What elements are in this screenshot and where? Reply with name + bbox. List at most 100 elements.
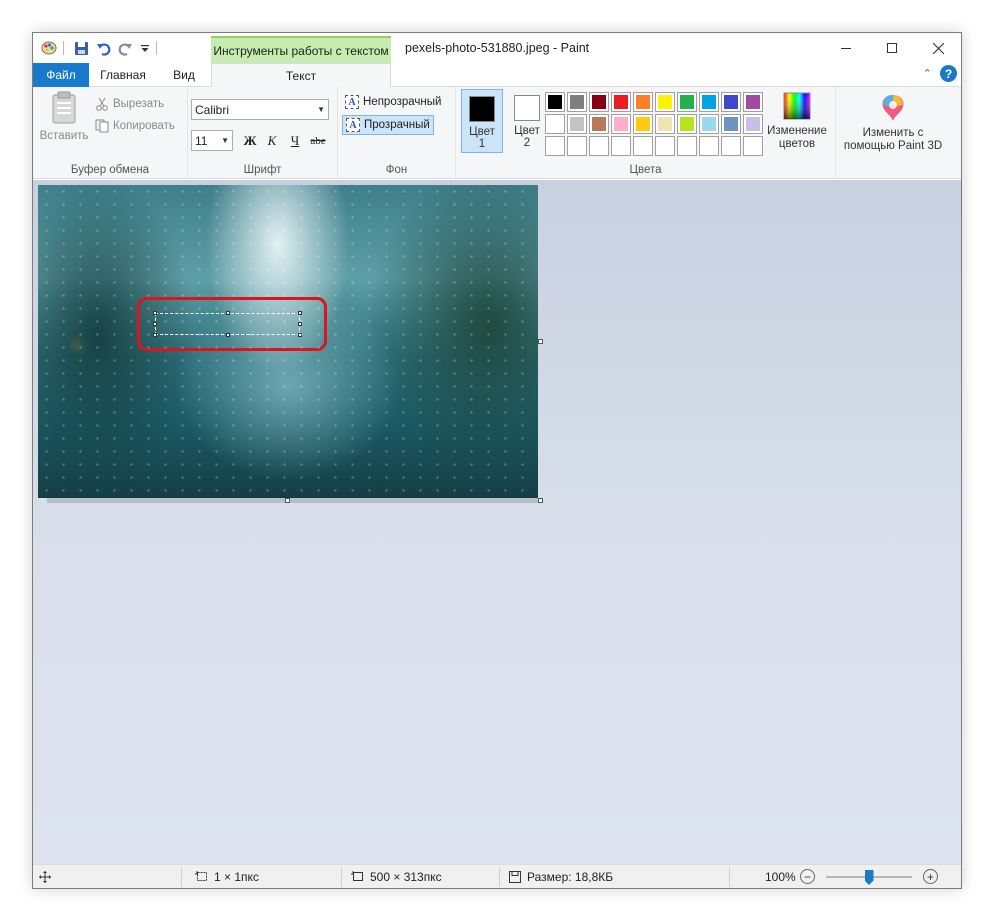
text-box[interactable]: [153, 311, 302, 337]
zoom-slider-thumb[interactable]: [864, 870, 874, 885]
palette-color-swatch[interactable]: [721, 92, 741, 112]
palette-color-swatch[interactable]: [655, 114, 675, 134]
canvas-resize-handle-corner[interactable]: [538, 498, 543, 503]
palette-color-swatch[interactable]: [633, 114, 653, 134]
tab-view[interactable]: Вид: [157, 63, 211, 87]
palette-color-swatch[interactable]: [655, 136, 675, 156]
copy-button[interactable]: Копировать: [95, 117, 175, 135]
color1-button[interactable]: Цвет 1: [461, 89, 503, 153]
palette-color-swatch[interactable]: [633, 92, 653, 112]
palette-color-fill: [592, 95, 606, 109]
resize-handle[interactable]: [298, 333, 302, 337]
palette-color-swatch[interactable]: [699, 136, 719, 156]
selection-size: 1 × 1пкс: [195, 865, 259, 888]
separator: [63, 41, 64, 55]
font-size-select[interactable]: 11 ▼: [191, 130, 233, 151]
edit-colors-button[interactable]: Изменение цветов: [762, 91, 832, 151]
resize-handle[interactable]: [226, 311, 230, 315]
palette-color-swatch[interactable]: [589, 92, 609, 112]
collapse-ribbon-icon[interactable]: ⌃: [923, 67, 932, 80]
maximize-button[interactable]: [869, 33, 915, 63]
resize-handle[interactable]: [153, 311, 157, 315]
palette-color-swatch[interactable]: [611, 114, 631, 134]
palette-color-swatch[interactable]: [743, 136, 763, 156]
font-family-select[interactable]: Calibri ▼: [191, 99, 329, 120]
bold-button[interactable]: Ж: [240, 131, 260, 151]
resize-handle[interactable]: [298, 311, 302, 315]
paste-button[interactable]: Вставить: [39, 91, 89, 151]
paint-app-icon[interactable]: [41, 40, 57, 56]
help-icon[interactable]: ?: [940, 65, 957, 82]
palette-color-swatch[interactable]: [545, 92, 565, 112]
font-family-value: Calibri: [195, 102, 230, 117]
palette-color-fill: [570, 139, 584, 153]
palette-color-swatch[interactable]: [589, 114, 609, 134]
save-icon[interactable]: [73, 40, 89, 56]
palette-color-swatch[interactable]: [611, 92, 631, 112]
transparent-option[interactable]: A Прозрачный: [342, 115, 434, 135]
palette-color-swatch[interactable]: [677, 136, 697, 156]
palette-color-fill: [702, 95, 716, 109]
resize-handle[interactable]: [226, 333, 230, 337]
ribbon-tabs: Файл Главная Вид Текст ⌃ ?: [33, 63, 961, 88]
minimize-button[interactable]: [823, 33, 869, 63]
palette-color-swatch[interactable]: [743, 114, 763, 134]
underline-button[interactable]: Ч: [285, 131, 305, 151]
edit-with-paint3d-button[interactable]: Изменить с помощью Paint 3D: [838, 93, 948, 153]
window-title: pexels-photo-531880.jpeg - Paint: [405, 41, 590, 55]
resize-handle[interactable]: [153, 322, 157, 326]
palette-color-swatch[interactable]: [699, 114, 719, 134]
cut-label: Вырезать: [113, 98, 165, 110]
palette-color-swatch[interactable]: [721, 114, 741, 134]
palette-color-fill: [746, 139, 760, 153]
color-palette: [545, 92, 763, 156]
file-size: Размер: 18,8КБ: [509, 865, 613, 888]
separator: [181, 867, 182, 887]
palette-color-fill: [636, 95, 650, 109]
palette-color-swatch[interactable]: [677, 114, 697, 134]
palette-color-swatch[interactable]: [567, 92, 587, 112]
palette-color-swatch[interactable]: [567, 136, 587, 156]
palette-color-swatch[interactable]: [567, 114, 587, 134]
color2-button[interactable]: Цвет 2: [506, 89, 548, 153]
palette-color-fill: [746, 117, 760, 131]
palette-color-swatch[interactable]: [545, 114, 565, 134]
undo-icon[interactable]: [95, 40, 111, 56]
zoom-in-button[interactable]: +: [923, 869, 938, 884]
resize-handle[interactable]: [153, 333, 157, 337]
palette-color-fill: [614, 95, 628, 109]
paint3d-icon: [882, 95, 904, 121]
palette-color-swatch[interactable]: [633, 136, 653, 156]
palette-color-fill: [570, 117, 584, 131]
font-group: Calibri ▼ 11 ▼ Ж К Ч abe Шрифт: [188, 87, 338, 179]
palette-color-swatch[interactable]: [721, 136, 741, 156]
image-size: 500 × 313пкс: [351, 865, 442, 888]
tab-file[interactable]: Файл: [33, 63, 89, 87]
strikethrough-button[interactable]: abe: [308, 131, 328, 151]
customize-toolbar-icon[interactable]: [137, 40, 153, 56]
tab-text[interactable]: Текст: [211, 63, 391, 88]
cut-button[interactable]: Вырезать: [95, 95, 164, 113]
opaque-option[interactable]: A Непрозрачный: [342, 92, 444, 112]
tab-home[interactable]: Главная: [89, 63, 157, 87]
palette-color-swatch[interactable]: [743, 92, 763, 112]
canvas-workspace[interactable]: [33, 180, 961, 864]
zoom-level: 100%: [765, 870, 796, 884]
palette-color-swatch[interactable]: [677, 92, 697, 112]
close-button[interactable]: [915, 33, 961, 63]
palette-color-swatch[interactable]: [589, 136, 609, 156]
resize-handle[interactable]: [298, 322, 302, 326]
palette-color-swatch[interactable]: [545, 136, 565, 156]
canvas-resize-handle-bottom[interactable]: [285, 498, 290, 503]
palette-color-swatch[interactable]: [655, 92, 675, 112]
palette-color-swatch[interactable]: [699, 92, 719, 112]
palette-color-fill: [702, 139, 716, 153]
text-tools-context-header: Инструменты работы с текстом: [211, 36, 391, 63]
palette-color-fill: [592, 139, 606, 153]
palette-color-swatch[interactable]: [611, 136, 631, 156]
canvas-image[interactable]: [38, 185, 538, 498]
canvas-resize-handle-right[interactable]: [538, 339, 543, 344]
redo-icon[interactable]: [117, 40, 133, 56]
zoom-out-button[interactable]: −: [800, 869, 815, 884]
italic-button[interactable]: К: [262, 131, 282, 151]
